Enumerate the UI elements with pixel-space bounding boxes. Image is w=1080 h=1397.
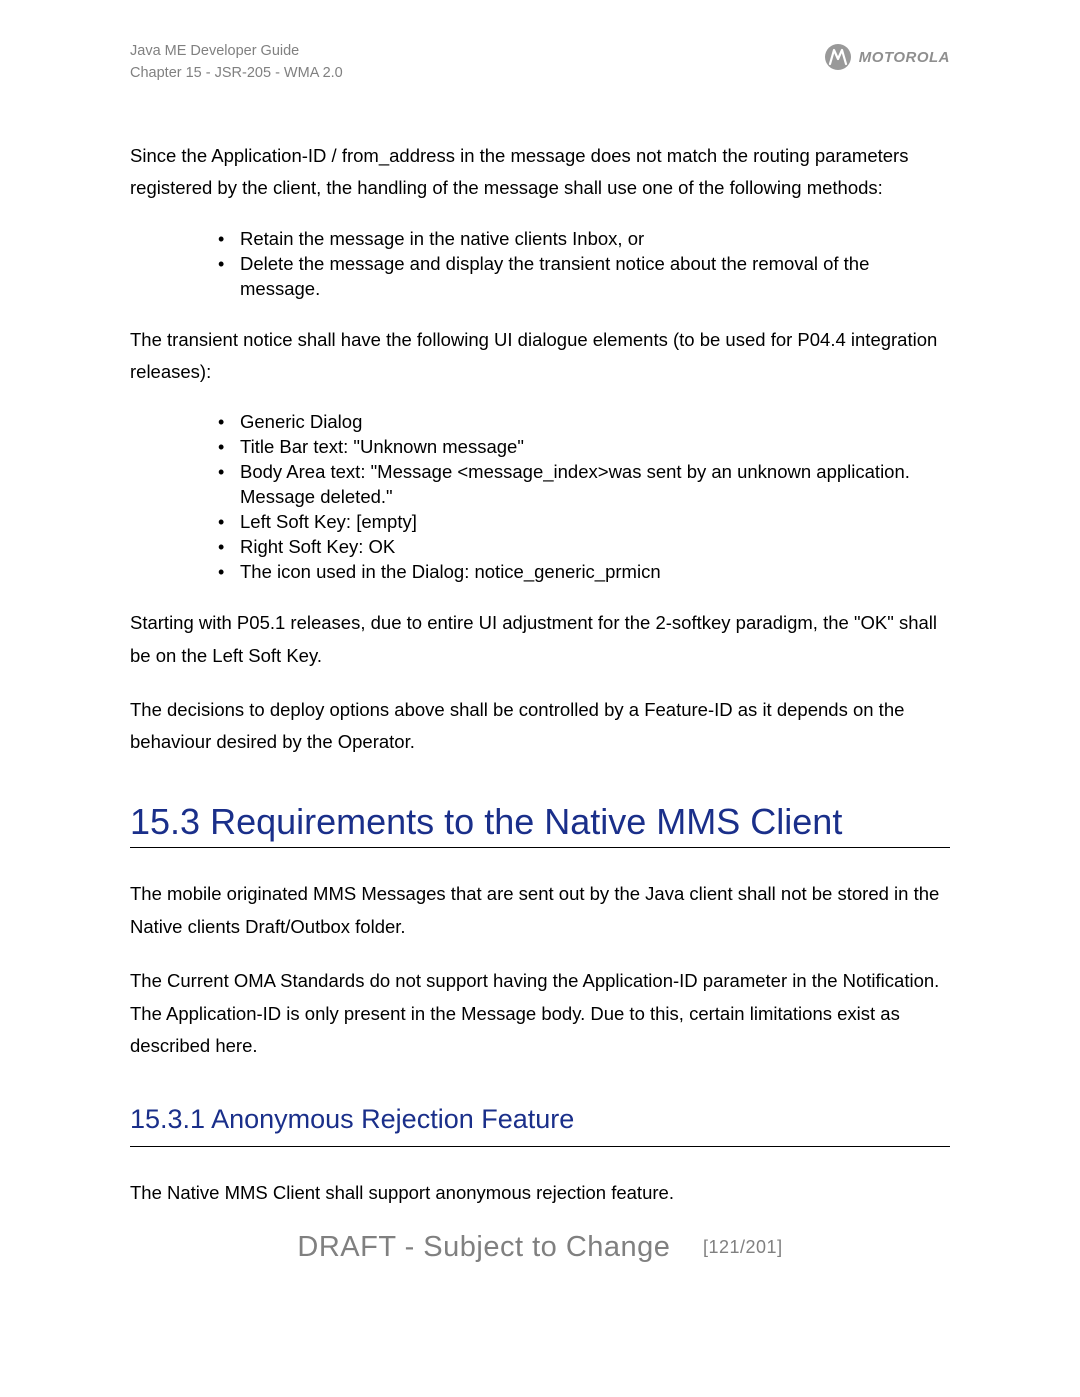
header-text: Java ME Developer Guide Chapter 15 - JSR… bbox=[130, 40, 343, 85]
paragraph: Starting with P05.1 releases, due to ent… bbox=[130, 607, 950, 672]
list-item: Delete the message and display the trans… bbox=[240, 252, 950, 302]
header-title-line: Java ME Developer Guide bbox=[130, 40, 343, 62]
bullet-list: Retain the message in the native clients… bbox=[130, 227, 950, 302]
paragraph: The Current OMA Standards do not support… bbox=[130, 965, 950, 1062]
page-footer: DRAFT - Subject to Change [121/201] bbox=[130, 1231, 950, 1264]
document-page: Java ME Developer Guide Chapter 15 - JSR… bbox=[0, 0, 1080, 1304]
section-heading: 15.3 Requirements to the Native MMS Clie… bbox=[130, 799, 950, 849]
list-item: Generic Dialog bbox=[240, 410, 950, 435]
bullet-list: Generic Dialog Title Bar text: "Unknown … bbox=[130, 410, 950, 585]
list-item: Body Area text: "Message <message_index>… bbox=[240, 460, 950, 510]
list-item: Title Bar text: "Unknown message" bbox=[240, 435, 950, 460]
paragraph: The Native MMS Client shall support anon… bbox=[130, 1177, 950, 1209]
list-item: The icon used in the Dialog: notice_gene… bbox=[240, 560, 950, 585]
brand-name: MOTOROLA bbox=[859, 49, 950, 66]
page-number: [121/201] bbox=[703, 1237, 783, 1257]
paragraph: Since the Application-ID / from_address … bbox=[130, 140, 950, 205]
paragraph: The decisions to deploy options above sh… bbox=[130, 694, 950, 759]
subsection-heading: 15.3.1 Anonymous Rejection Feature bbox=[130, 1096, 950, 1146]
draft-watermark: DRAFT - Subject to Change bbox=[297, 1231, 670, 1263]
list-item: Left Soft Key: [empty] bbox=[240, 510, 950, 535]
list-item: Retain the message in the native clients… bbox=[240, 227, 950, 252]
paragraph: The transient notice shall have the foll… bbox=[130, 324, 950, 389]
brand-logo: MOTOROLA bbox=[825, 44, 950, 70]
page-header: Java ME Developer Guide Chapter 15 - JSR… bbox=[130, 40, 950, 85]
motorola-icon bbox=[825, 44, 851, 70]
document-body: Since the Application-ID / from_address … bbox=[130, 140, 950, 1209]
paragraph: The mobile originated MMS Messages that … bbox=[130, 878, 950, 943]
list-item: Right Soft Key: OK bbox=[240, 535, 950, 560]
header-chapter-line: Chapter 15 - JSR-205 - WMA 2.0 bbox=[130, 62, 343, 84]
